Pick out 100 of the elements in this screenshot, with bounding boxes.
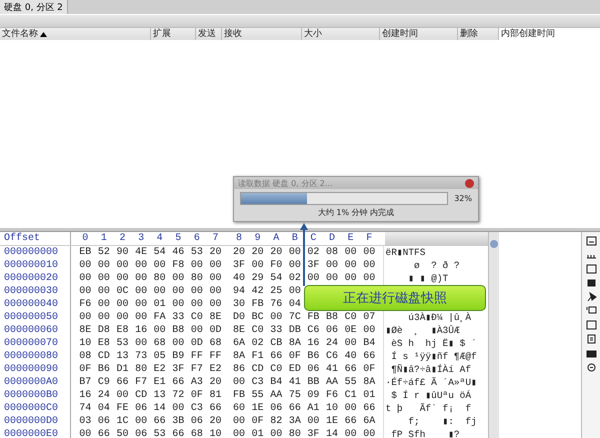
column-label: 接收 [224, 28, 242, 40]
close-icon[interactable] [465, 178, 474, 188]
hex-byte: 4E [134, 246, 148, 259]
hex-byte: 20 [250, 246, 265, 259]
hex-byte: 24 [96, 389, 111, 402]
hex-byte: 66 [362, 350, 376, 363]
hex-byte: 72 [171, 389, 186, 402]
hex-byte: 33 [269, 324, 284, 337]
select-icon[interactable] [586, 306, 596, 316]
hex-byte: FF [190, 350, 204, 363]
hex-byte: C0 [344, 311, 358, 324]
hex-byte: 82 [269, 415, 284, 428]
column-header: E [346, 232, 355, 245]
hex-byte: 66 [344, 415, 358, 428]
column-header: A [272, 232, 280, 245]
offset-cell: 000000010 [0, 259, 71, 272]
offset-cell: 000000090 [0, 363, 71, 376]
hex-byte: 53 [115, 337, 130, 350]
hex-byte: 66 [344, 363, 358, 376]
hex-byte: 00 [134, 415, 148, 428]
hex-byte: 8A [362, 376, 376, 389]
offset-cell: 000000040 [0, 298, 71, 311]
hex-byte: 00 [96, 298, 111, 311]
hex-byte: 00 [78, 259, 92, 272]
column-header: 7 [211, 232, 220, 245]
hex-byte: E2 [208, 363, 222, 376]
hex-byte: 00 [288, 259, 302, 272]
hex-byte: 08 [325, 246, 340, 259]
scrollbar-thumb[interactable] [490, 240, 498, 248]
hex-byte: 0F [288, 350, 302, 363]
offset-cell: 000000080 [0, 350, 71, 363]
hex-byte: 00 [190, 298, 204, 311]
hex-byte: 80 [190, 272, 204, 285]
hex-byte: F7 [134, 376, 148, 389]
offset-cell: 0000000B0 [0, 389, 71, 402]
column-header: 9 [254, 232, 262, 245]
column-header: D [328, 232, 336, 245]
hex-byte: 00 [325, 272, 340, 285]
hex-byte: B4 [362, 337, 376, 350]
dialog-title: 读取数据 硬盘 0, 分区 2... [238, 178, 333, 188]
hex-byte: 1E [325, 415, 340, 428]
ascii-text: $ Í r ▮ûUªu öÁ [390, 390, 472, 401]
hex-byte: 53 [152, 428, 167, 438]
hex-byte: B6 [96, 363, 111, 376]
hex-byte: 52 [96, 246, 111, 259]
column-header: 5 [174, 232, 182, 245]
timer-icon[interactable] [586, 362, 596, 372]
offset-cell: 000000070 [0, 337, 71, 350]
hex-byte: 75 [288, 389, 302, 402]
hex-byte: 3F [306, 428, 320, 438]
hex-byte: 66 [269, 350, 284, 363]
column-header[interactable]: 发送 [196, 28, 222, 40]
window-icon[interactable] [586, 320, 596, 330]
column-header: C [309, 232, 318, 245]
hex-byte: 76 [269, 298, 284, 311]
hex-byte: CD [250, 363, 265, 376]
hex-byte: 8A [232, 350, 246, 363]
hex-byte: 80 [288, 428, 302, 438]
hex-byte: B8 [325, 311, 340, 324]
column-header[interactable]: 文件名称 [0, 28, 151, 40]
hex-byte: 73 [134, 350, 148, 363]
hex-byte: 54 [269, 272, 284, 285]
hex-byte: AA [325, 376, 340, 389]
rectangle-icon[interactable] [586, 264, 596, 274]
hex-byte: 3B [171, 415, 186, 428]
hex-byte: 06 [306, 363, 320, 376]
column-header[interactable]: 大小 [302, 28, 380, 40]
hex-byte: 00 [250, 259, 265, 272]
hex-byte: 3F [306, 259, 320, 272]
offset-cell: 0000000E0 [0, 428, 71, 438]
document-icon[interactable] [586, 334, 596, 344]
column-header[interactable]: 创建时间 [380, 28, 458, 40]
hex-byte: EB [78, 246, 92, 259]
ascii-text: ú3À▮Ð¼ |û¸À [407, 312, 472, 323]
hex-byte: 00 [134, 259, 148, 272]
column-header[interactable]: 扩展 [151, 28, 196, 40]
panel-icon[interactable] [586, 236, 596, 246]
hex-byte: 00 [152, 285, 167, 298]
hex-byte: C6 [325, 350, 340, 363]
tab[interactable]: 硬盘 0, 分区 2 [0, 0, 68, 14]
hex-byte: F6 [325, 389, 340, 402]
hex-byte: 00 [269, 428, 284, 438]
hex-byte: 00 [344, 402, 358, 415]
hex-byte: 66 [171, 428, 186, 438]
hex-byte: E1 [152, 376, 167, 389]
hex-byte: 00 [208, 259, 222, 272]
column-header[interactable]: 删除 [458, 28, 499, 40]
hex-byte: 30 [232, 298, 246, 311]
column-header: B [290, 232, 299, 245]
hex-byte: B6 [306, 350, 320, 363]
column-header[interactable]: 接收 [222, 28, 302, 40]
hex-byte: 00 [96, 272, 111, 285]
column-header: 6 [192, 232, 201, 245]
hex-byte: CD [134, 389, 148, 402]
hex-byte: F1 [250, 350, 265, 363]
hex-byte: 06 [325, 324, 340, 337]
hex-byte: 01 [152, 298, 167, 311]
hex-byte: 66 [96, 428, 111, 438]
hex-byte: 00 [344, 272, 358, 285]
hex-byte: 02 [288, 272, 302, 285]
